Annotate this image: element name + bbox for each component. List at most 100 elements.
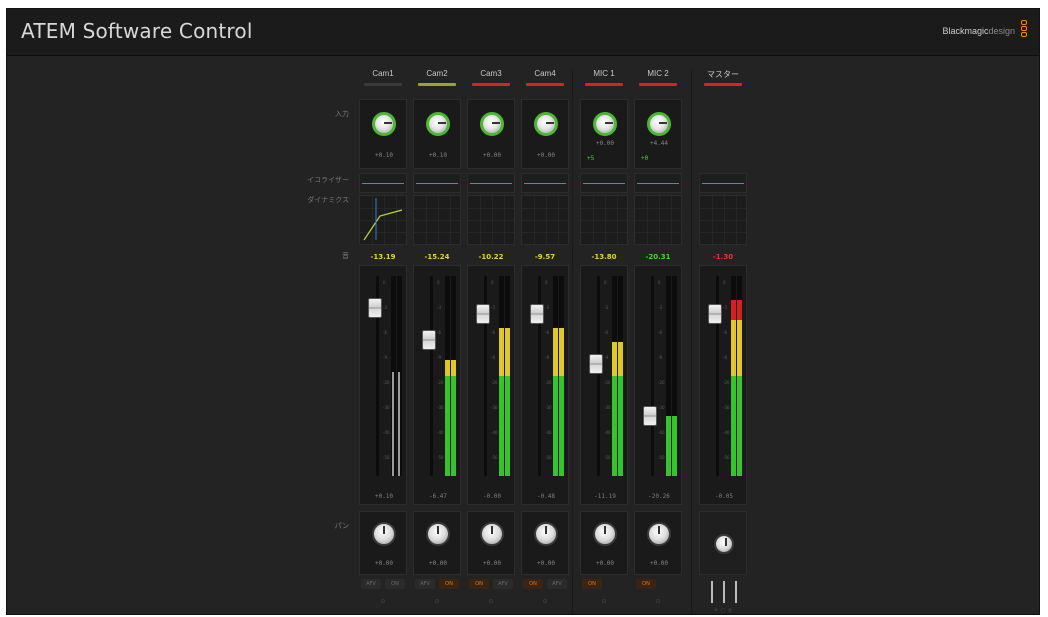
tally-light (704, 83, 742, 86)
pan-knob[interactable] (480, 522, 504, 546)
grid-line (724, 196, 725, 244)
channel-footer-icon: ⊙ (655, 598, 661, 605)
meter-fill-yellow (499, 328, 504, 376)
channel-name[interactable]: Cam4 (519, 69, 571, 78)
gain-panel: +0.00 (521, 99, 569, 169)
on-button[interactable]: ON (636, 579, 656, 589)
afv-button[interactable]: ON (439, 579, 459, 589)
channel-name[interactable]: Cam3 (465, 69, 517, 78)
afv-button[interactable]: AFV (493, 579, 513, 589)
channel-buttons: ON (580, 579, 628, 591)
scale-mark: -9 (604, 355, 608, 360)
channel-name[interactable]: Cam2 (411, 69, 463, 78)
level-meter (737, 276, 742, 476)
mini-fader[interactable] (735, 581, 737, 603)
pan-knob[interactable] (593, 522, 617, 546)
grid-line (504, 196, 505, 244)
on-button[interactable]: ON (469, 579, 489, 589)
channel-name[interactable]: MIC 2 (632, 69, 684, 78)
tally-light (639, 83, 677, 86)
volume-fader[interactable] (589, 354, 603, 374)
dynamics-panel[interactable] (413, 195, 461, 245)
dynamics-panel[interactable] (359, 195, 407, 245)
grid-line (414, 220, 460, 221)
fader-track (597, 276, 600, 476)
channel-name[interactable]: Cam1 (357, 69, 409, 78)
channel-name[interactable]: マスター (697, 69, 749, 80)
equalizer-panel[interactable] (634, 173, 682, 193)
grid-line (468, 208, 514, 209)
meter-fill-grey (392, 372, 394, 476)
gain-knob[interactable] (372, 112, 396, 136)
on-button[interactable]: AFV (361, 579, 381, 589)
equalizer-panel[interactable] (699, 173, 747, 193)
pan-panel: +0.00 (521, 511, 569, 575)
volume-fader[interactable] (368, 298, 382, 318)
grid-line (659, 196, 660, 244)
dynamics-panel[interactable] (580, 195, 628, 245)
mic-level-indicator[interactable]: +5 (581, 155, 629, 162)
volume-fader[interactable] (476, 304, 490, 324)
equalizer-panel[interactable] (413, 173, 461, 193)
pan-knob[interactable] (534, 522, 558, 546)
on-button[interactable]: ON (582, 579, 602, 589)
volume-fader[interactable] (422, 330, 436, 350)
volume-fader[interactable] (708, 304, 722, 324)
channel-buttons: ON AFV (467, 579, 515, 591)
scale-mark: -6 (723, 330, 727, 335)
equalizer-panel[interactable] (521, 173, 569, 193)
gain-knob[interactable] (593, 112, 617, 136)
volume-fader[interactable] (643, 406, 657, 426)
grid-line (414, 232, 460, 233)
grid-line (700, 208, 746, 209)
channel-buttons: ON AFV (521, 579, 569, 591)
gain-knob[interactable] (647, 112, 671, 136)
meter-fill-green (445, 376, 450, 476)
scale-mark: -3 (658, 305, 662, 310)
gain-knob[interactable] (426, 112, 450, 136)
mini-fader[interactable] (711, 581, 713, 603)
grid-line (534, 196, 535, 244)
dynamics-panel[interactable] (634, 195, 682, 245)
grid-line (546, 196, 547, 244)
dynamics-panel[interactable] (699, 195, 747, 245)
channel-name[interactable]: MIC 1 (578, 69, 630, 78)
pan-knob[interactable] (426, 522, 450, 546)
dynamics-panel[interactable] (467, 195, 515, 245)
pan-value: +0.00 (374, 560, 394, 567)
equalizer-panel[interactable] (359, 173, 407, 193)
tally-light (418, 83, 456, 86)
equalizer-panel[interactable] (467, 173, 515, 193)
afv-button[interactable]: AFV (547, 579, 567, 589)
fader-value: -0.48 (536, 493, 556, 500)
afv-button[interactable]: ON (385, 579, 405, 589)
scale-mark: -9 (383, 355, 387, 360)
meter-fill-green (612, 376, 617, 476)
scale-mark: -6 (658, 330, 662, 335)
grid-line (581, 220, 627, 221)
on-button[interactable]: ON (523, 579, 543, 589)
master-knob[interactable] (714, 534, 734, 554)
pan-knob[interactable] (647, 522, 671, 546)
gain-knob[interactable] (534, 112, 558, 136)
scale-mark: -9 (491, 355, 495, 360)
meter-fill-yellow (451, 360, 456, 376)
on-button[interactable]: AFV (415, 579, 435, 589)
volume-fader[interactable] (530, 304, 544, 324)
level-meter (672, 276, 677, 476)
scale-mark: -3 (383, 305, 387, 310)
pan-value: +0.00 (595, 560, 615, 567)
mic-level-indicator[interactable]: +0 (635, 155, 683, 162)
equalizer-panel[interactable] (580, 173, 628, 193)
mini-fader[interactable] (723, 581, 725, 603)
scale-mark: -20 (723, 380, 730, 385)
pan-knob[interactable] (372, 522, 396, 546)
scale-mark: -40 (658, 430, 665, 435)
fader-track (651, 276, 654, 476)
dynamics-panel[interactable] (521, 195, 569, 245)
grid-line (450, 196, 451, 244)
tally-light (364, 83, 402, 86)
gain-panel: +0.00 (467, 99, 515, 169)
level-meter (505, 276, 510, 476)
gain-knob[interactable] (480, 112, 504, 136)
